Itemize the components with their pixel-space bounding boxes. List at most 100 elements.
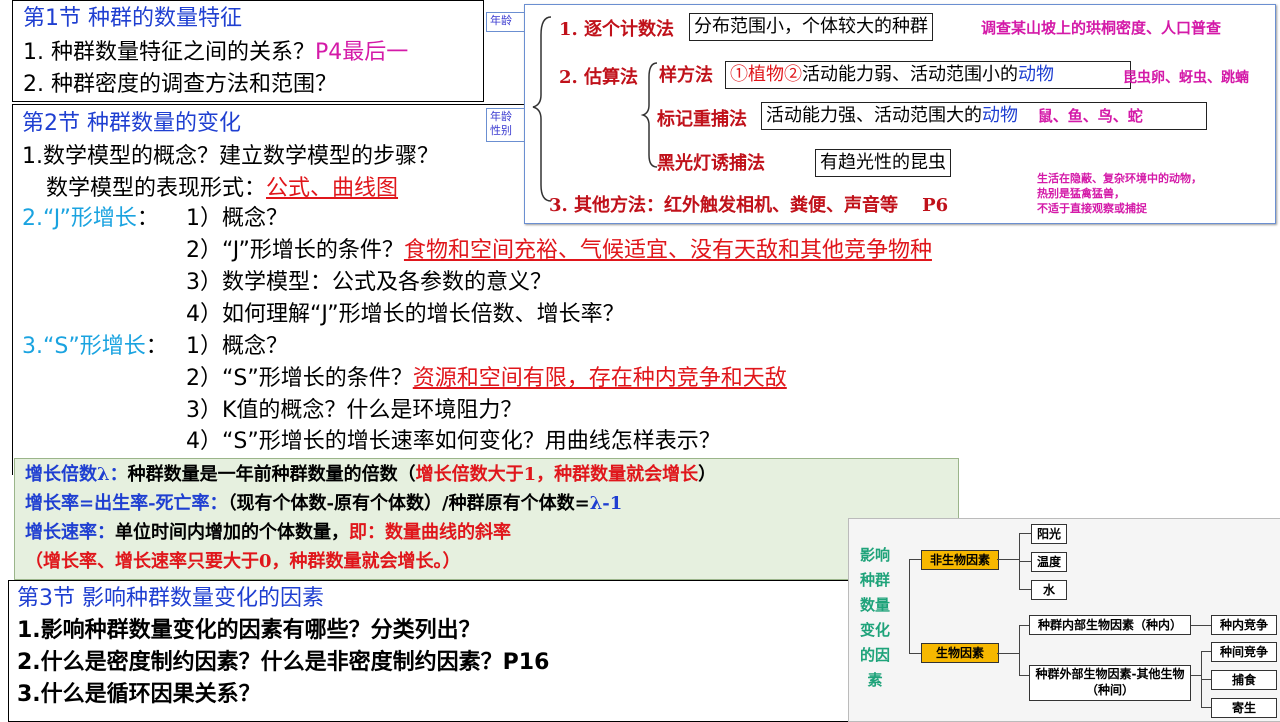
parasitism: 寄生: [1211, 698, 1277, 718]
light-trap-label: 黑光灯诱捕法: [657, 153, 765, 174]
section2-item1: 1.数学模型的概念？建立数学模型的步骤？: [22, 144, 439, 169]
s-item-3: 3）K值的概念？什么是环境阻力？: [186, 398, 523, 423]
sun-link: [1019, 533, 1031, 534]
section1-title: 第1节 种群的数量特征: [23, 6, 242, 31]
model-form-answer: 公式、曲线图: [266, 176, 399, 201]
inter-out: [1191, 675, 1201, 676]
survey-methods-panel: 1. 逐个计数法 分布范围小，个体较大的种群 调查某山坡上的珙桐密度、人口普查 …: [524, 4, 1276, 224]
predation-link: [1201, 679, 1211, 680]
section1-question-1: 1. 种群数量特征之间的关系？P4最后一: [23, 39, 408, 67]
j-item-1: 1）概念？: [186, 206, 288, 231]
mark-box-animals: 动物: [982, 105, 1018, 126]
inter-comp-link: [1201, 651, 1211, 652]
section1-question-2: 2. 种群密度的调查方法和范围？: [23, 72, 337, 97]
section3-question-3: 3.什么是循环因果关系？: [17, 682, 261, 707]
interspecific-competition: 种间竞争: [1211, 642, 1277, 662]
s-item-2-question: 2）“S”形增长的条件？: [186, 366, 413, 391]
side-title-line-2: 种群: [859, 571, 890, 589]
j-item-4: 4）如何理解“J”形增长的增长倍数、增长率？: [186, 302, 625, 327]
method-2-label: 2. 估算法: [559, 67, 639, 88]
water-link: [1019, 589, 1031, 590]
j-item-2: 2）“J”形增长的条件？食物和空间充裕、气候适宜、没有天敌和其他竞争物种: [186, 237, 932, 265]
quadrat-method-label: 样方法: [659, 65, 713, 86]
s-item-1: 1）概念？: [186, 334, 288, 359]
note-l3-text: 单位时间内增加的个体数量，: [115, 522, 349, 543]
light-trap-note: 生活在隐蔽、复杂环境中的动物， 热别是猛禽猛兽， 不适于直接观察或捕捉: [1037, 171, 1202, 216]
note-l3-label: 增长速率：: [25, 522, 115, 543]
quadrat-box-desc: 活动能力弱、活动范围小的: [802, 64, 1018, 85]
abiotic-out: [997, 559, 1019, 560]
temp-link: [1019, 561, 1031, 562]
j-item-2-question: 2）“J”形增长的条件？: [186, 238, 404, 263]
mark-box-desc: 活动能力强、活动范围大的: [766, 105, 982, 126]
factors-diagram: 影响 种群 数量 变化 的因 素 非生物因素 阳光 温度 水 生物因素 种群内部…: [848, 518, 1280, 722]
j-growth-title: 2.“J”形增长：: [22, 205, 159, 233]
root-connector: [909, 559, 910, 653]
intra-link: [1019, 625, 1029, 626]
model-form-label: 数学模型的表现形式：: [46, 176, 267, 201]
light-trap-note-2: 热别是猛禽猛兽，: [1037, 187, 1125, 200]
side-title-line-4: 变化: [859, 621, 890, 639]
note-line-3: 增长速率：单位时间内增加的个体数量，即：数量曲线的斜率: [25, 521, 511, 545]
side-title-line-1: 影响: [859, 546, 890, 564]
j-growth-title-text: 2.“J”形增长: [22, 206, 137, 231]
method-1-example: 调查某山坡上的珙桐密度、人口普查: [981, 19, 1222, 37]
section2-title: 第2节 种群数量的变化: [22, 111, 241, 136]
method-3-label: 3. 其他方法：红外触发相机、粪便、声音等 P6: [549, 191, 948, 217]
note-l2-label: 增长率=出生率-死亡率：: [25, 493, 228, 514]
note-l1-red: 增长倍数大于1，种群数量就会增长: [415, 464, 699, 485]
note-l1-label: 增长倍数λ：: [25, 464, 128, 485]
inter-species-factors: 种群外部生物因素-其他生物（种间）: [1029, 665, 1191, 701]
mark-recapture-box: 活动能力强、活动范围大的动物 鼠、鱼、鸟、蛇: [761, 102, 1207, 130]
biotic-connector: [909, 653, 921, 654]
quadrat-box-plants: ①植物②: [730, 64, 802, 85]
section3-question-1: 1.影响种群数量变化的因素有哪些？分类列出？: [17, 618, 481, 643]
growth-definitions-note: 增长倍数λ：种群数量是一年前种群数量的倍数（增长倍数大于1，种群数量就会增长） …: [14, 458, 959, 580]
method-3-text: 3. 其他方法：红外触发相机、粪便、声音等: [549, 195, 899, 216]
factor-sunlight: 阳光: [1031, 524, 1067, 544]
quadrat-box-animals: 动物: [1018, 64, 1054, 85]
quadrat-example: 昆虫卵、蚜虫、跳蝻: [1123, 70, 1249, 86]
parasitism-link: [1201, 707, 1211, 708]
age-card: 年龄: [486, 12, 528, 32]
intra-species-factors: 种群内部生物因素（种内）: [1029, 615, 1191, 635]
s-growth-colon: ：: [145, 334, 168, 359]
j-item-2-answer: 食物和空间充裕、气候适宜、没有天敌和其他竞争物种: [403, 238, 932, 263]
light-trap-box: 有趋光性的昆虫: [815, 149, 951, 177]
note-line-4: （增长率、增长速率只要大于0，种群数量就会增长。）: [25, 551, 461, 572]
s-growth-title-text: 3.“S”形增长: [22, 334, 146, 359]
quadrat-method-box: ①植物②活动能力弱、活动范围小的动物: [725, 61, 1131, 89]
abiotic-factor: 非生物因素: [921, 550, 999, 570]
section3-box: 第3节 影响种群数量变化的因素 1.影响种群数量变化的因素有哪些？分类列出？ 2…: [8, 580, 850, 722]
side-title-line-3: 数量: [859, 596, 890, 614]
inter-link: [1019, 675, 1029, 676]
method-1-box: 分布范围小，个体较大的种群: [689, 13, 933, 41]
biotic-branch: [1019, 625, 1020, 675]
section3-title: 第3节 影响种群数量变化的因素: [17, 586, 324, 611]
mark-recapture-label: 标记重捕法: [657, 109, 747, 130]
intra-comp-link: [1191, 625, 1211, 626]
note-line-1: 增长倍数λ：种群数量是一年前种群数量的倍数（增长倍数大于1，种群数量就会增长）: [25, 463, 716, 487]
biotic-factor: 生物因素: [921, 643, 999, 663]
note-l2-text: （现有个体数-原有个体数）/种群原有个体数=: [227, 493, 590, 514]
note-l3-red: 即：数量曲线的斜率: [349, 522, 511, 543]
section1-q1-text: 1. 种群数量特征之间的关系？: [23, 40, 315, 65]
s-growth-title: 3.“S”形增长：: [22, 333, 168, 361]
s-item-2-answer: 资源和空间有限，存在种内竞争和天敌: [412, 366, 787, 391]
s-item-2: 2）“S”形增长的条件？资源和空间有限，存在种内竞争和天敌: [186, 365, 787, 393]
j-growth-colon: ：: [136, 206, 159, 231]
section2-item1b: 数学模型的表现形式：公式、曲线图: [46, 175, 398, 203]
note-l2-lambda: λ-1: [589, 493, 623, 514]
abiotic-connector: [909, 559, 921, 560]
j-item-3: 3）数学模型：公式及各参数的意义？: [186, 270, 552, 295]
method-3-page: P6: [922, 195, 949, 216]
section1-q1-note: P4最后一: [314, 40, 409, 65]
note-l1-text: 种群数量是一年前种群数量的倍数（: [127, 464, 416, 485]
age-card-label: 年龄: [490, 14, 512, 27]
section1-box: 第1节 种群的数量特征 1. 种群数量特征之间的关系？P4最后一 2. 种群密度…: [12, 0, 484, 102]
note-line-2: 增长率=出生率-死亡率：（现有个体数-原有个体数）/种群原有个体数=λ-1: [25, 492, 622, 516]
s-item-4: 4）“S”形增长的增长速率如何变化？用曲线怎样表示？: [186, 429, 721, 454]
side-title-line-6: 素: [867, 671, 883, 689]
section3-question-2: 2.什么是密度制约因素？什么是非密度制约因素？P16: [17, 650, 550, 675]
light-trap-note-1: 生活在隐蔽、复杂环境中的动物，: [1037, 172, 1202, 185]
